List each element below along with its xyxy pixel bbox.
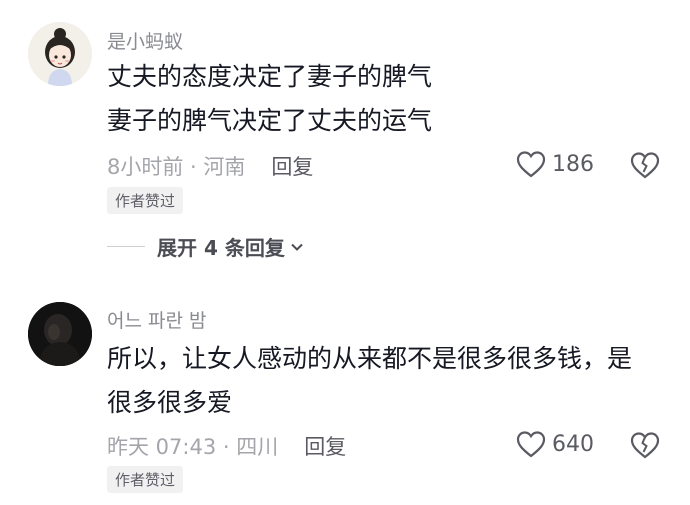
comment-line: 很多很多爱: [107, 388, 233, 417]
like-button[interactable]: 640: [516, 430, 594, 458]
time-location: 昨天 07:43 · 四川: [107, 435, 279, 459]
dark-photo-avatar: [28, 302, 92, 366]
username[interactable]: 어느 파란 밤: [107, 306, 206, 333]
author-liked-badge: 作者赞过: [107, 466, 184, 493]
like-count: 640: [552, 431, 594, 457]
heart-icon: [516, 431, 546, 458]
dislike-button[interactable]: [630, 431, 660, 463]
avatar[interactable]: [28, 302, 92, 366]
comment-item: 어느 파란 밤 所以，让女人感动的从来都不是很多很多钱，是 很多很多爱 昨天 0…: [0, 0, 690, 505]
reply-button[interactable]: 回复: [304, 431, 346, 461]
comment-text: 所以，让女人感动的从来都不是很多很多钱，是 很多很多爱: [107, 337, 660, 425]
comment-line: 所以，让女人感动的从来都不是很多很多钱，是: [107, 344, 633, 373]
comment-meta: 昨天 07:43 · 四川 回复: [107, 431, 346, 461]
broken-heart-icon: [630, 432, 660, 459]
